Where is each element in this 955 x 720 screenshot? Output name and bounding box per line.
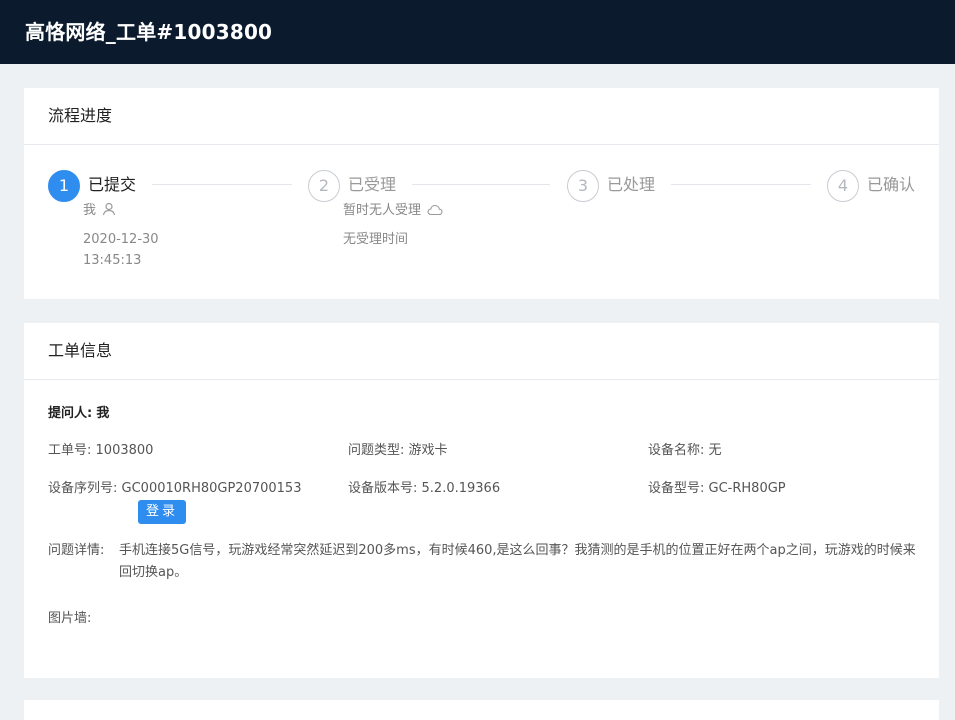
progress-title: 流程进度 [48,106,113,125]
next-card-edge [24,700,939,720]
submitter-value: 我 [96,406,110,421]
image-wall-label: 图片墙: [48,611,92,626]
ticket-no-label: 工单号: [48,443,92,458]
progress-card: 流程进度 1 已提交 我 2020-12-30 13:45:13 2 已受理 暂… [24,88,939,299]
version-field: 设备版本号: 5.2.0.19366 [348,479,500,499]
step-submitted-person: 我 [83,202,116,220]
submitter-name: 我 [83,203,97,218]
step-connector [152,184,292,185]
step-connector [671,184,811,185]
step-label: 已确认 [867,175,916,194]
step-submitted-time: 13:45:13 [83,253,142,268]
model-field: 设备型号: GC-RH80GP [648,479,786,499]
issue-type-field: 问题类型: 游戏卡 [348,441,448,461]
login-button[interactable]: 登录 [138,500,186,524]
step-number: 2 [308,170,340,202]
serial-label: 设备序列号: [48,481,118,496]
progress-card-header: 流程进度 [24,88,939,145]
submitter-label: 提问人: [48,406,93,421]
step-label: 已受理 [348,175,397,194]
ticket-info-card: 工单信息 提问人: 我 工单号: 1003800 问题类型: 游戏卡 设备名称:… [24,323,939,678]
acceptor-name: 暂时无人受理 [343,203,422,218]
ticket-info-header: 工单信息 [24,323,939,380]
serial-field: 设备序列号: GC00010RH80GP20700153 [48,479,301,499]
step-label: 已提交 [88,175,137,194]
top-bar: 高恪网络_工单#1003800 [0,0,955,64]
issue-detail-field: 问题详情: 手机连接5G信号，玩游戏经常突然延迟到200多ms，有时候460,是… [48,540,918,584]
image-wall-field: 图片墙: [48,609,91,629]
step-connector [412,184,550,185]
version-value: 5.2.0.19366 [421,481,501,496]
issue-detail-label: 问题详情: [48,543,105,558]
ticket-no-field: 工单号: 1003800 [48,441,153,461]
page-title: 高恪网络_工单#1003800 [25,20,273,44]
step-accepted-time: 无受理时间 [343,232,409,247]
step-accepted-person: 暂时无人受理 [343,202,443,220]
model-label: 设备型号: [648,481,705,496]
step-submitted-date: 2020-12-30 [83,232,159,247]
issue-type-value: 游戏卡 [408,443,448,458]
step-number: 4 [827,170,859,202]
serial-value: GC00010RH80GP20700153 [121,481,302,496]
submitter-field: 提问人: 我 [48,404,109,424]
ticket-no-value: 1003800 [95,443,154,458]
step-number: 3 [567,170,599,202]
device-name-label: 设备名称: [648,443,705,458]
step-label: 已处理 [607,175,656,194]
device-name-value: 无 [708,443,722,458]
device-name-field: 设备名称: 无 [648,441,722,461]
ticket-info-title: 工单信息 [48,341,113,360]
version-label: 设备版本号: [348,481,418,496]
model-value: GC-RH80GP [708,481,786,496]
step-number: 1 [48,170,80,202]
cloud-icon [427,204,443,216]
user-icon [102,202,116,216]
issue-detail-value: 手机连接5G信号，玩游戏经常突然延迟到200多ms，有时候460,是这么回事？我… [119,543,916,580]
issue-type-label: 问题类型: [348,443,405,458]
